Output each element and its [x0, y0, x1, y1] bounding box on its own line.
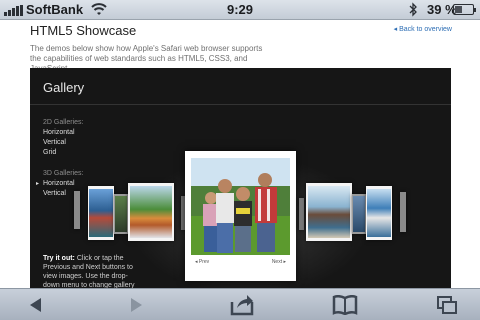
try-it-heading: Try it out:: [43, 255, 75, 262]
share-icon: [230, 295, 254, 316]
photo-family: [191, 158, 290, 255]
prev-label: Prev: [198, 259, 210, 265]
back-button[interactable]: [20, 292, 50, 318]
tabs-button[interactable]: [432, 292, 462, 318]
share-button[interactable]: [227, 292, 257, 318]
photo-card-left-3[interactable]: [88, 186, 114, 240]
photo-card-left-2[interactable]: [114, 194, 128, 234]
bookmarks-icon: [332, 295, 358, 315]
bluetooth-icon: [409, 2, 417, 17]
prev-button[interactable]: ◂ Prev: [195, 259, 209, 265]
photo-card-right-3[interactable]: [366, 186, 392, 240]
forward-button[interactable]: [122, 292, 152, 318]
tabs-icon: [437, 296, 457, 314]
photo-card-right-2[interactable]: [352, 194, 366, 234]
back-link-label: Back to overview: [399, 26, 452, 33]
photo-card-active[interactable]: ◂ Prev Next ▸: [185, 151, 296, 281]
page-title: HTML5 Showcase: [30, 23, 137, 38]
arrow-right-icon: ▸: [282, 259, 286, 265]
photo-card-far-right[interactable]: [400, 192, 406, 232]
photo-card-right-1[interactable]: [306, 183, 352, 241]
status-bar: SoftBank 9:29 39 %: [0, 0, 480, 20]
gallery-title: Gallery: [43, 80, 85, 95]
forward-icon: [131, 298, 142, 312]
section-2d-heading: 2D Galleries:: [43, 119, 84, 126]
battery-icon: [453, 4, 476, 15]
try-it-text: Try it out: Click or tap the Previous an…: [43, 254, 141, 290]
menu-item-2d-horizontal[interactable]: Horizontal: [43, 128, 83, 138]
photo-card-near-right[interactable]: [299, 198, 304, 230]
next-label: Next: [271, 259, 283, 265]
back-icon: [30, 298, 41, 312]
gallery-panel: Gallery 2D Galleries: Horizontal Vertica…: [30, 68, 451, 292]
page-header: HTML5 Showcase ◂ Back to overview The de…: [30, 23, 454, 74]
photo-card-far-left[interactable]: [74, 191, 80, 229]
next-button[interactable]: Next ▸: [272, 259, 286, 265]
browser-toolbar: [0, 288, 480, 320]
back-to-overview-link[interactable]: ◂ Back to overview: [394, 25, 452, 33]
battery-level-fill: [455, 6, 462, 13]
divider: [30, 104, 451, 105]
carousel-nav: ◂ Prev Next ▸: [195, 259, 286, 265]
photo-card-left-1[interactable]: [128, 183, 174, 241]
bookmarks-button[interactable]: [330, 292, 360, 318]
